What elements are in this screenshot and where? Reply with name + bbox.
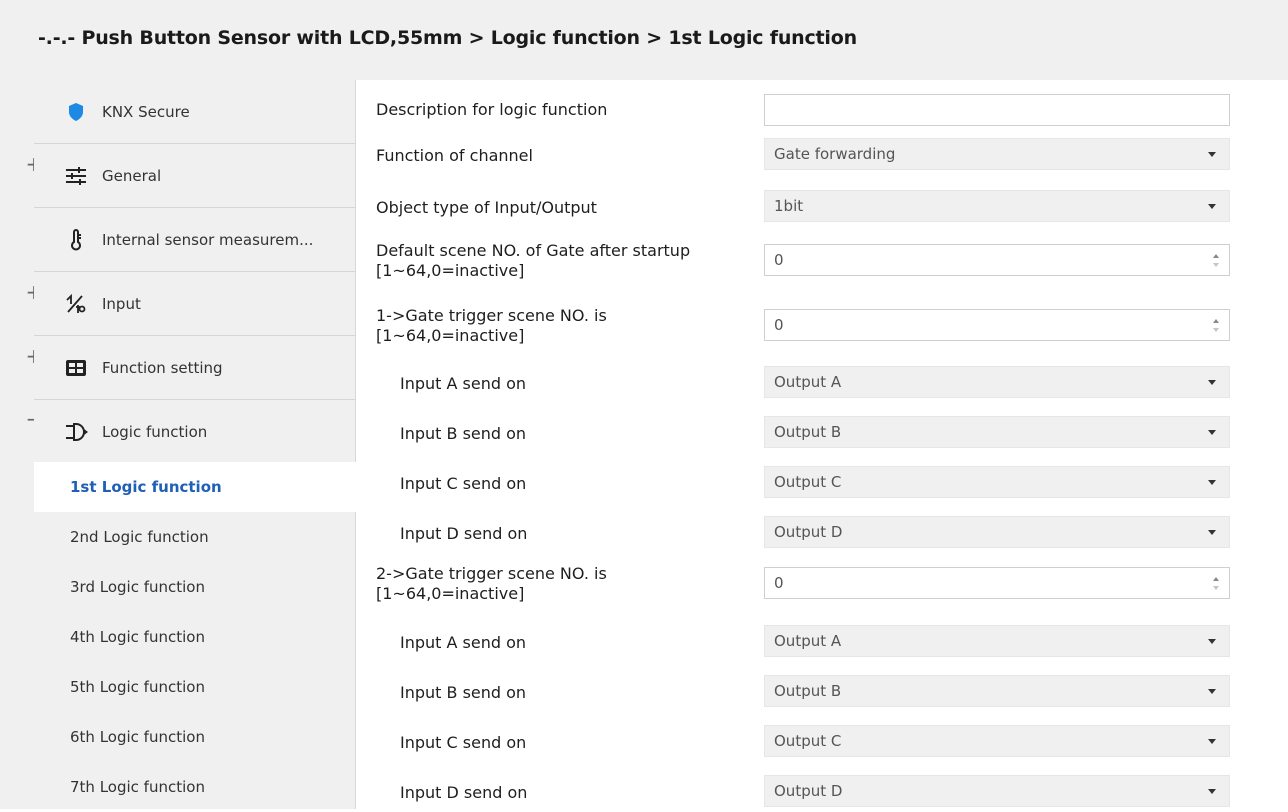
sidebar-item-general[interactable]: General: [34, 144, 356, 208]
sidebar-item-label: KNX Secure: [102, 103, 190, 121]
param-label-range: [1~64,0=inactive]: [376, 584, 525, 603]
spin-up-icon[interactable]: [1213, 254, 1219, 258]
expander-column: + + + −: [0, 80, 42, 809]
param-label: Object type of Input/Output: [376, 198, 597, 217]
sidebar-subitem-5th-logic[interactable]: 5th Logic function: [34, 662, 356, 712]
sidebar-subitem-1st-logic[interactable]: 1st Logic function: [34, 462, 358, 512]
param-row: Input C send on Output C: [356, 464, 1288, 508]
sidebar-item-label: Input: [102, 295, 141, 313]
sidebar-item-label: General: [102, 167, 162, 185]
param-row: Input D send on Output D: [356, 772, 1288, 809]
spin-up-icon[interactable]: [1213, 319, 1219, 323]
input-icon: [66, 293, 86, 313]
chevron-down-icon: [1208, 530, 1216, 535]
chevron-down-icon: [1208, 204, 1216, 209]
gate2-input-b-select[interactable]: Output B: [764, 675, 1230, 707]
param-label: Input C send on: [400, 733, 527, 752]
spin-up-icon[interactable]: [1213, 577, 1219, 581]
gate2-trigger-scene-spinbox[interactable]: 0: [764, 567, 1230, 599]
param-label-range: [1~64,0=inactive]: [376, 326, 525, 345]
default-scene-spinbox[interactable]: 0: [764, 244, 1230, 276]
sidebar-subitem-7th-logic[interactable]: 7th Logic function: [34, 762, 356, 812]
param-label: Input A send on: [400, 374, 527, 393]
sidebar-subitem-4th-logic[interactable]: 4th Logic function: [34, 612, 356, 662]
chevron-down-icon: [1208, 739, 1216, 744]
param-row: Input D send on Output D: [356, 514, 1288, 558]
param-label: 2->Gate trigger scene NO. is: [376, 564, 607, 583]
param-row: Input A send on Output A: [356, 622, 1288, 666]
chevron-down-icon: [1208, 430, 1216, 435]
param-row: Input A send on Output A: [356, 364, 1288, 408]
param-label: Input C send on: [400, 474, 527, 493]
sidebar-item-input[interactable]: Input: [34, 272, 356, 336]
param-row: Description for logic function: [356, 88, 1288, 132]
breadcrumb-title: -.-.- Push Button Sensor with LCD,55mm >…: [38, 27, 857, 49]
spin-down-icon[interactable]: [1213, 328, 1219, 332]
sidebar-item-internal-sensor[interactable]: Internal sensor measurem...: [34, 208, 356, 272]
param-label: Input B send on: [400, 683, 527, 702]
shield-icon: [69, 103, 83, 121]
chevron-down-icon: [1208, 689, 1216, 694]
chevron-down-icon: [1208, 480, 1216, 485]
spin-down-icon[interactable]: [1213, 586, 1219, 590]
param-label: Default scene NO. of Gate after startup: [376, 241, 691, 260]
param-row: Object type of Input/Output 1bit: [356, 190, 1288, 234]
sidebar-subitem-6th-logic[interactable]: 6th Logic function: [34, 712, 356, 762]
param-row: Input B send on Output B: [356, 414, 1288, 458]
param-row: Default scene NO. of Gate after startup …: [356, 240, 1288, 300]
chevron-down-icon: [1208, 380, 1216, 385]
param-label: Input A send on: [400, 633, 527, 652]
gate2-input-d-select[interactable]: Output D: [764, 775, 1230, 807]
gate1-trigger-scene-spinbox[interactable]: 0: [764, 309, 1230, 341]
param-label-range: [1~64,0=inactive]: [376, 261, 525, 280]
gate2-input-c-select[interactable]: Output C: [764, 725, 1230, 757]
chevron-down-icon: [1208, 789, 1216, 794]
param-label: 1->Gate trigger scene NO. is: [376, 306, 607, 325]
param-label: Input D send on: [400, 524, 528, 543]
sidebar-item-logic-function[interactable]: Logic function: [34, 400, 356, 464]
param-label: Description for logic function: [376, 100, 608, 119]
param-row: Input B send on Output B: [356, 672, 1288, 716]
function-of-channel-select[interactable]: Gate forwarding: [764, 138, 1230, 170]
chevron-down-icon: [1208, 639, 1216, 644]
spin-down-icon[interactable]: [1213, 263, 1219, 267]
param-row: 1->Gate trigger scene NO. is [1~64,0=ina…: [356, 306, 1288, 366]
title-bar: -.-.- Push Button Sensor with LCD,55mm >…: [0, 0, 1288, 80]
logic-icon: [66, 423, 88, 441]
sidebar-item-label: Logic function: [102, 423, 208, 441]
sliders-icon: [66, 167, 86, 185]
sidebar-item-label: Function setting: [102, 359, 223, 377]
sidebar-subitem-3rd-logic[interactable]: 3rd Logic function: [34, 562, 356, 612]
param-label: Input D send on: [400, 783, 528, 802]
sidebar-item-knx-secure[interactable]: KNX Secure: [34, 80, 356, 144]
param-label: Function of channel: [376, 146, 533, 165]
sidebar-item-label: Internal sensor measurem...: [102, 231, 314, 249]
gate1-input-b-select[interactable]: Output B: [764, 416, 1230, 448]
param-row: 2->Gate trigger scene NO. is [1~64,0=ina…: [356, 564, 1288, 624]
param-label: Input B send on: [400, 424, 527, 443]
grid-icon: [66, 360, 86, 376]
gate1-input-d-select[interactable]: Output D: [764, 516, 1230, 548]
gate2-input-a-select[interactable]: Output A: [764, 625, 1230, 657]
chevron-down-icon: [1208, 152, 1216, 157]
object-type-select[interactable]: 1bit: [764, 190, 1230, 222]
sidebar-item-function-setting[interactable]: Function setting: [34, 336, 356, 400]
description-input[interactable]: [764, 94, 1230, 126]
sidebar: KNX Secure General Internal sensor measu…: [34, 80, 358, 812]
sidebar-subitem-2nd-logic[interactable]: 2nd Logic function: [34, 512, 356, 562]
thermometer-icon: [71, 229, 81, 251]
gate1-input-c-select[interactable]: Output C: [764, 466, 1230, 498]
param-row: Function of channel Gate forwarding: [356, 138, 1288, 182]
param-row: Input C send on Output C: [356, 722, 1288, 766]
gate1-input-a-select[interactable]: Output A: [764, 366, 1230, 398]
parameter-panel: Description for logic function Function …: [356, 80, 1288, 809]
